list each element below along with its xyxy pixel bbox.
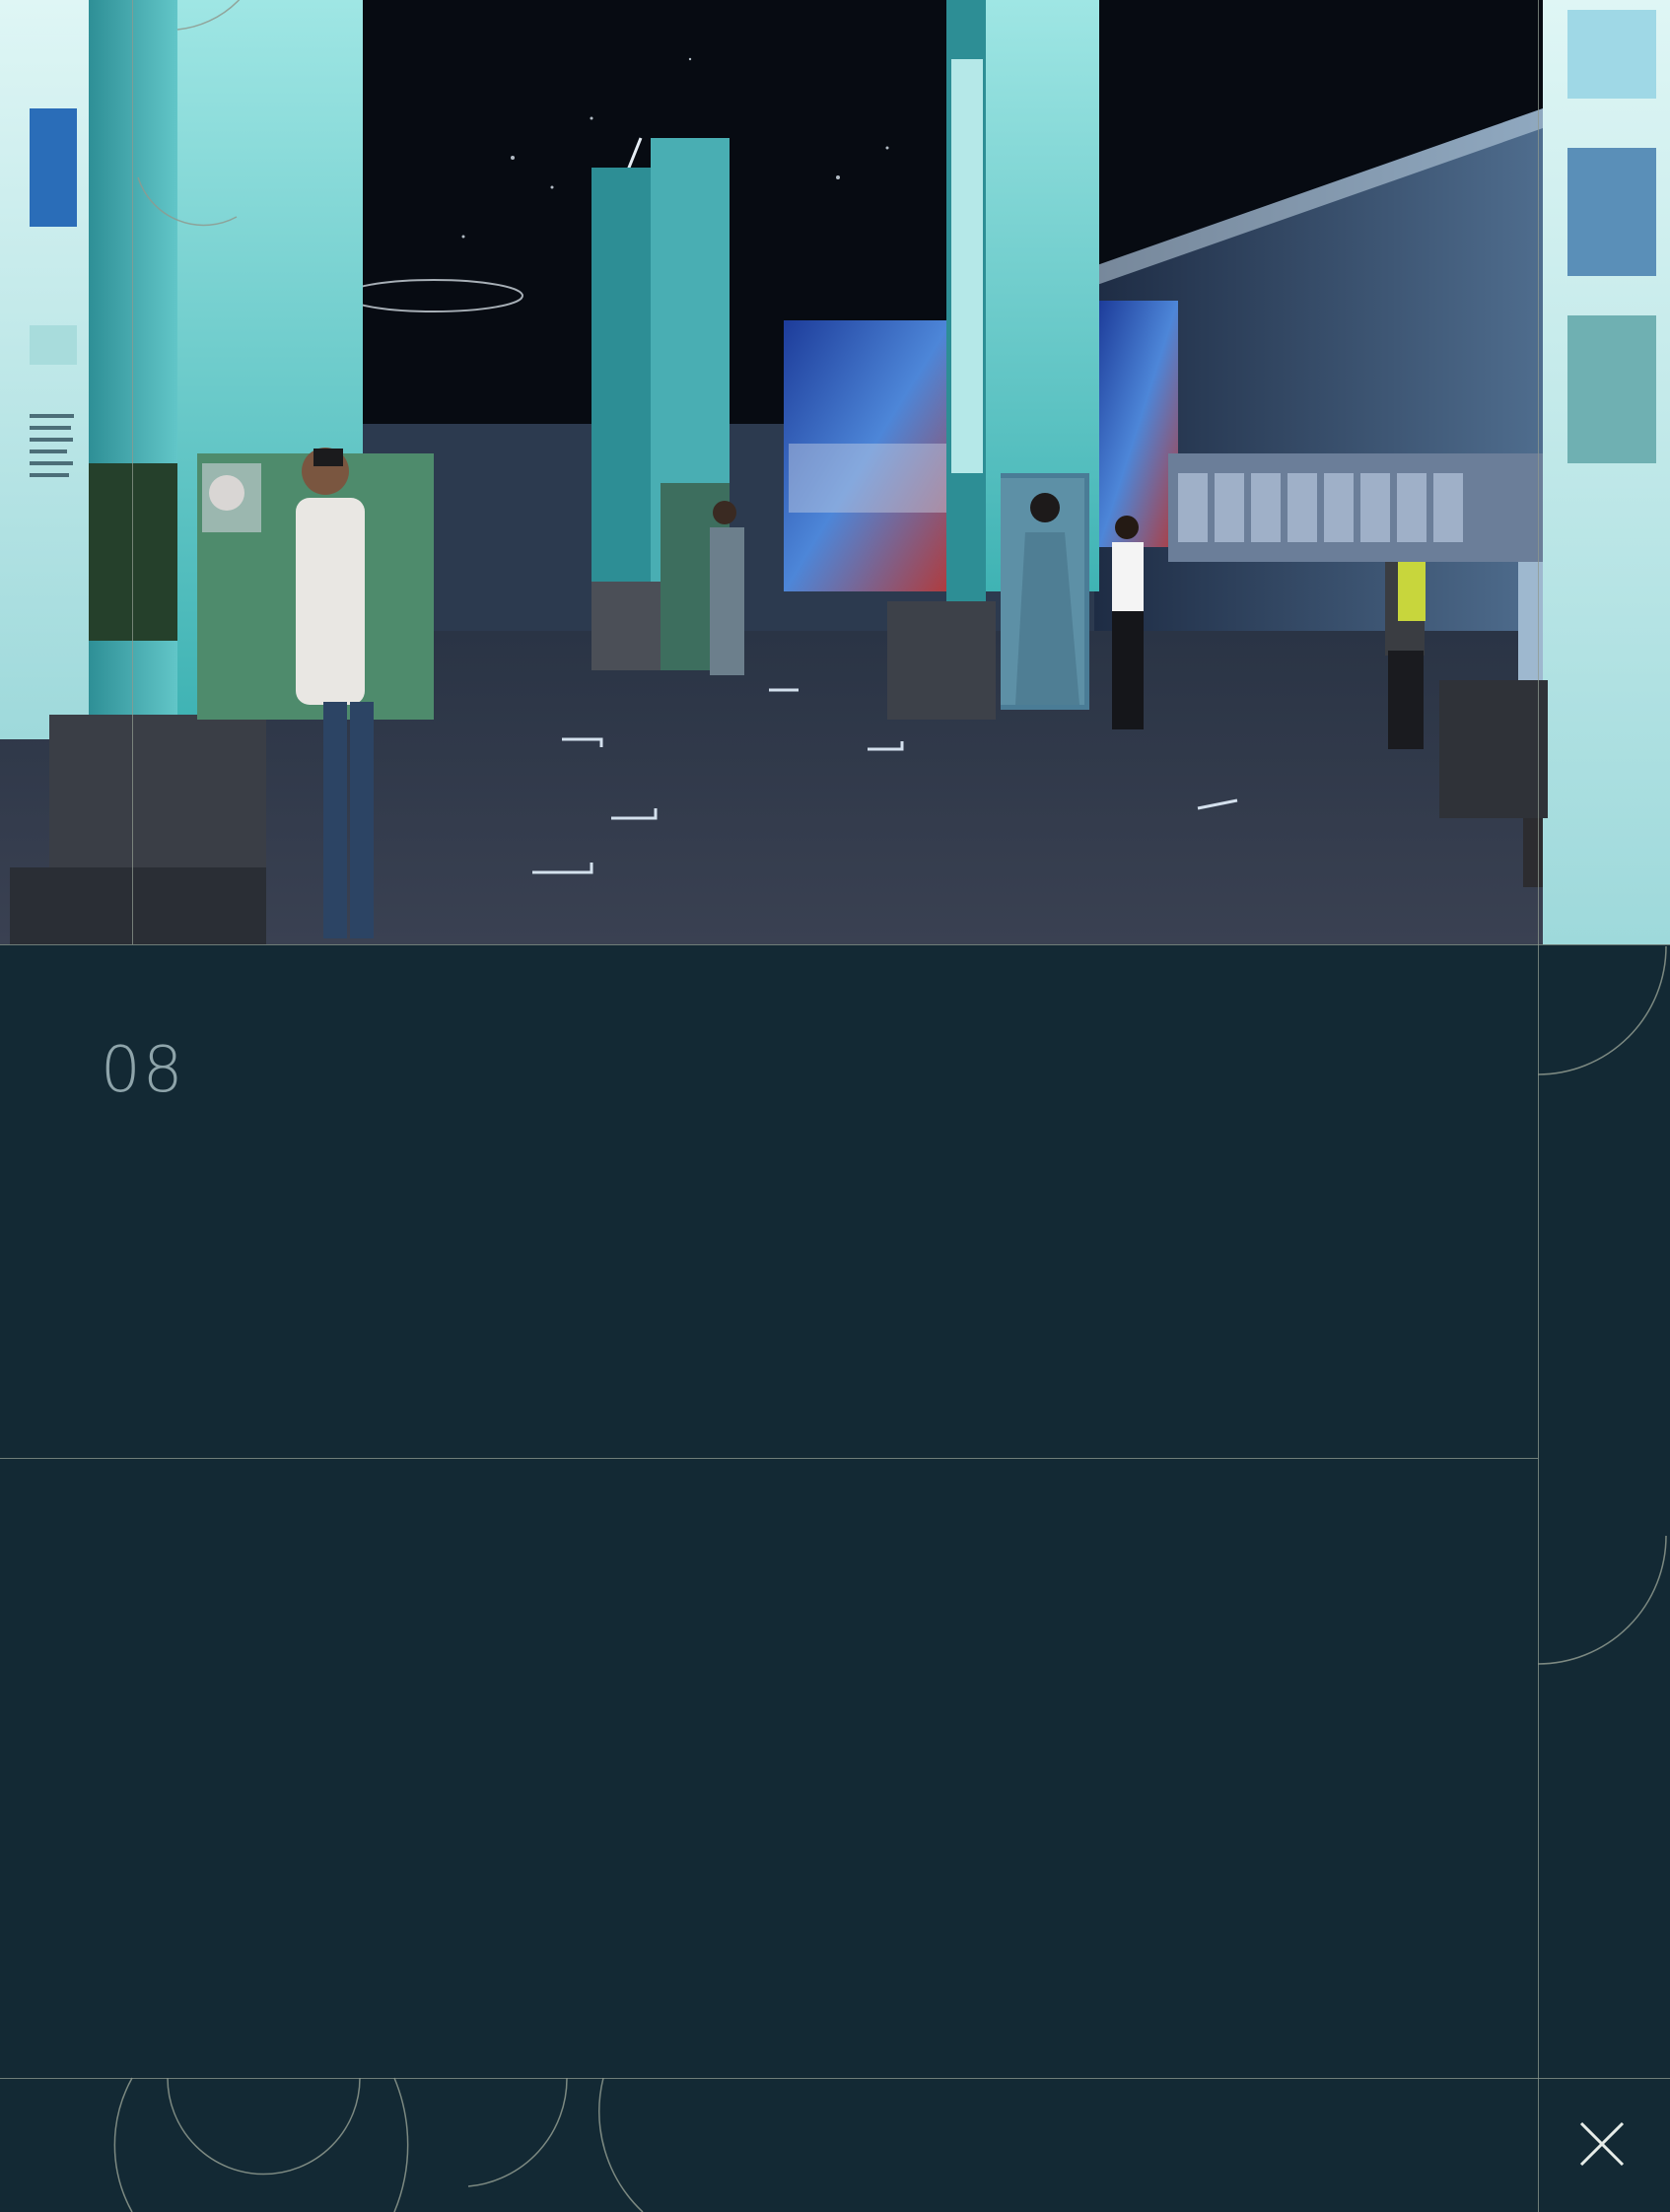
frame-line-left-image (132, 0, 133, 944)
close-button[interactable] (1538, 2078, 1666, 2208)
arc-right-top (1537, 945, 1667, 1075)
arc-right-middle (1537, 1535, 1667, 1665)
arc-bottom-4 (467, 2077, 568, 2187)
arc-bottom-1 (113, 2077, 133, 2212)
exhibition-hall-illustration (0, 0, 1670, 944)
frame-line-top (0, 944, 1670, 945)
frame-line-right-column (1538, 944, 1539, 2212)
frame-line-bottom (0, 2078, 1670, 2079)
arc-bottom-3 (393, 2077, 409, 2212)
slide-number: 08 (101, 1034, 185, 1107)
arc-bottom-2 (167, 2077, 361, 2176)
close-icon (1579, 2121, 1625, 2167)
frame-line-middle (0, 1458, 1538, 1459)
exhibition-hall-render (0, 0, 1670, 944)
presentation-slide: 08 (0, 0, 1670, 2212)
frame-line-right-image (1538, 0, 1539, 944)
arc-bottom-5 (598, 2077, 644, 2212)
